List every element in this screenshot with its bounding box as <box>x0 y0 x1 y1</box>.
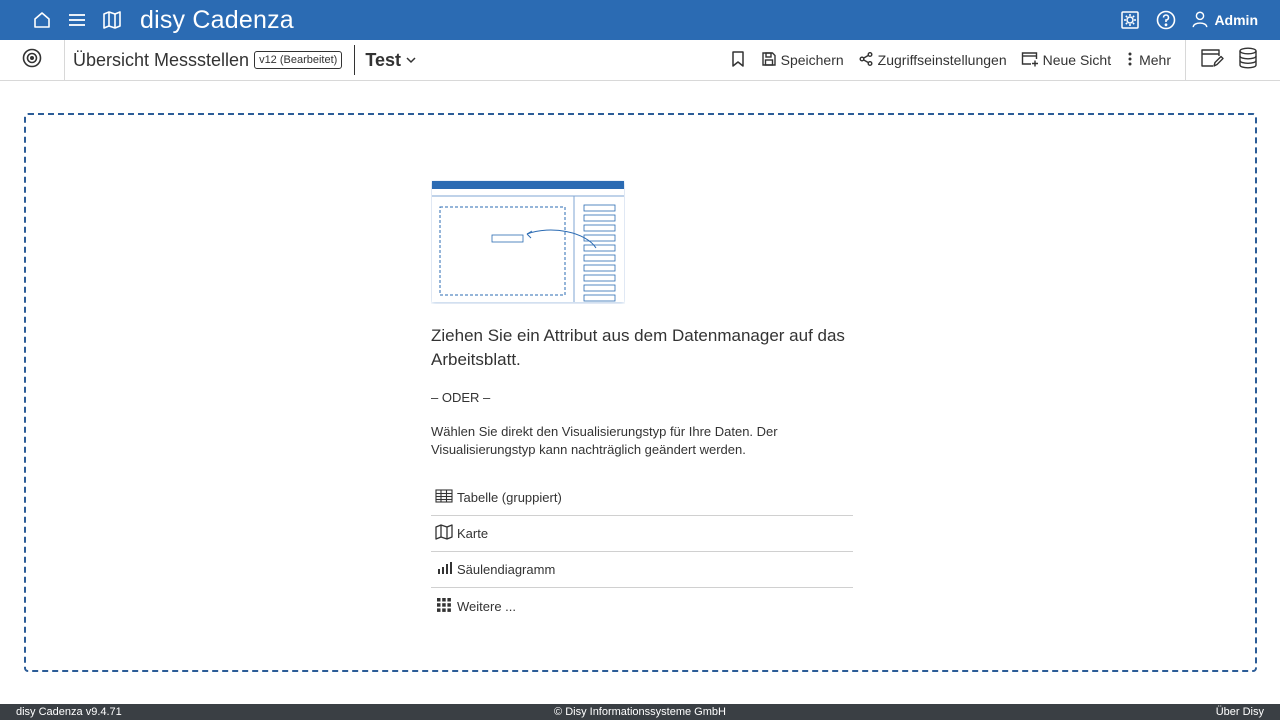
target-button[interactable] <box>0 40 65 80</box>
target-icon <box>22 48 42 73</box>
visualization-type-list: Tabelle (gruppiert) Karte Säulendiagramm… <box>431 480 853 624</box>
database-icon[interactable] <box>1238 47 1258 74</box>
vis-type-bar-chart[interactable]: Säulendiagramm <box>431 552 853 588</box>
bookmark-button[interactable] <box>729 50 747 71</box>
vis-type-more[interactable]: Weitere ... <box>431 588 853 624</box>
access-settings-label: Zugriffseinstellungen <box>877 52 1007 68</box>
user-icon <box>1191 10 1209 31</box>
top-bar: disy Cadenza Admin <box>0 0 1280 40</box>
grid-icon <box>435 597 453 616</box>
workbook-title: Übersicht Messstellen <box>73 49 250 70</box>
map-icon[interactable] <box>101 9 123 31</box>
user-name: Admin <box>1214 12 1258 28</box>
workbook-toolbar: Übersicht Messstellen v12 (Bearbeitet) T… <box>0 40 1280 81</box>
user-menu[interactable]: Admin <box>1191 10 1258 31</box>
footer: disy Cadenza v9.4.71 © Disy Informations… <box>0 704 1280 720</box>
menu-icon[interactable] <box>66 9 88 31</box>
bookmark-icon <box>729 50 747 71</box>
chevron-down-icon <box>405 50 417 71</box>
vis-type-table[interactable]: Tabelle (gruppiert) <box>431 480 853 516</box>
save-button[interactable]: Speichern <box>761 51 844 70</box>
more-button[interactable]: Mehr <box>1125 51 1171 70</box>
map-icon <box>435 524 453 543</box>
version-badge: v12 (Bearbeitet) <box>254 51 343 69</box>
more-label: Mehr <box>1139 52 1171 68</box>
vis-type-label: Karte <box>457 526 489 541</box>
dropzone-heading: Ziehen Sie ein Attribut aus dem Datenman… <box>431 326 845 369</box>
empty-state: Ziehen Sie ein Attribut aus dem Datenman… <box>431 180 853 624</box>
new-view-button[interactable]: Neue Sicht <box>1021 51 1111 70</box>
view-name: Test <box>365 49 402 70</box>
about-link[interactable]: Über Disy <box>1216 706 1264 718</box>
home-icon[interactable] <box>31 9 53 31</box>
app-brand: disy Cadenza <box>140 5 294 34</box>
save-label: Speichern <box>780 52 844 68</box>
more-vertical-icon <box>1125 51 1135 70</box>
table-icon <box>435 489 453 506</box>
app-version: disy Cadenza v9.4.71 <box>16 706 122 718</box>
settings-icon[interactable] <box>1119 9 1141 31</box>
vis-type-map[interactable]: Karte <box>431 516 853 552</box>
bar-chart-icon <box>435 561 453 578</box>
new-view-label: Neue Sicht <box>1042 52 1112 68</box>
vis-type-label: Tabelle (gruppiert) <box>457 490 562 505</box>
divider <box>354 45 356 75</box>
help-icon[interactable] <box>1155 9 1177 31</box>
new-view-icon <box>1021 51 1039 70</box>
view-selector[interactable]: Test <box>365 50 417 71</box>
share-icon <box>858 51 874 70</box>
edit-sheet-icon[interactable] <box>1200 47 1224 74</box>
dropzone-description: Wählen Sie direkt den Visualisierungstyp… <box>431 424 778 457</box>
access-settings-button[interactable]: Zugriffseinstellungen <box>858 51 1007 70</box>
vis-type-label: Weitere ... <box>457 598 517 614</box>
worksheet-dropzone[interactable]: Ziehen Sie ein Attribut aus dem Datenman… <box>24 113 1257 672</box>
drag-attribute-illustration <box>432 181 624 302</box>
or-separator: – ODER – <box>431 390 491 405</box>
save-icon <box>761 51 777 70</box>
vis-type-label: Säulendiagramm <box>457 562 556 577</box>
copyright: © Disy Informationssysteme GmbH <box>554 706 726 718</box>
